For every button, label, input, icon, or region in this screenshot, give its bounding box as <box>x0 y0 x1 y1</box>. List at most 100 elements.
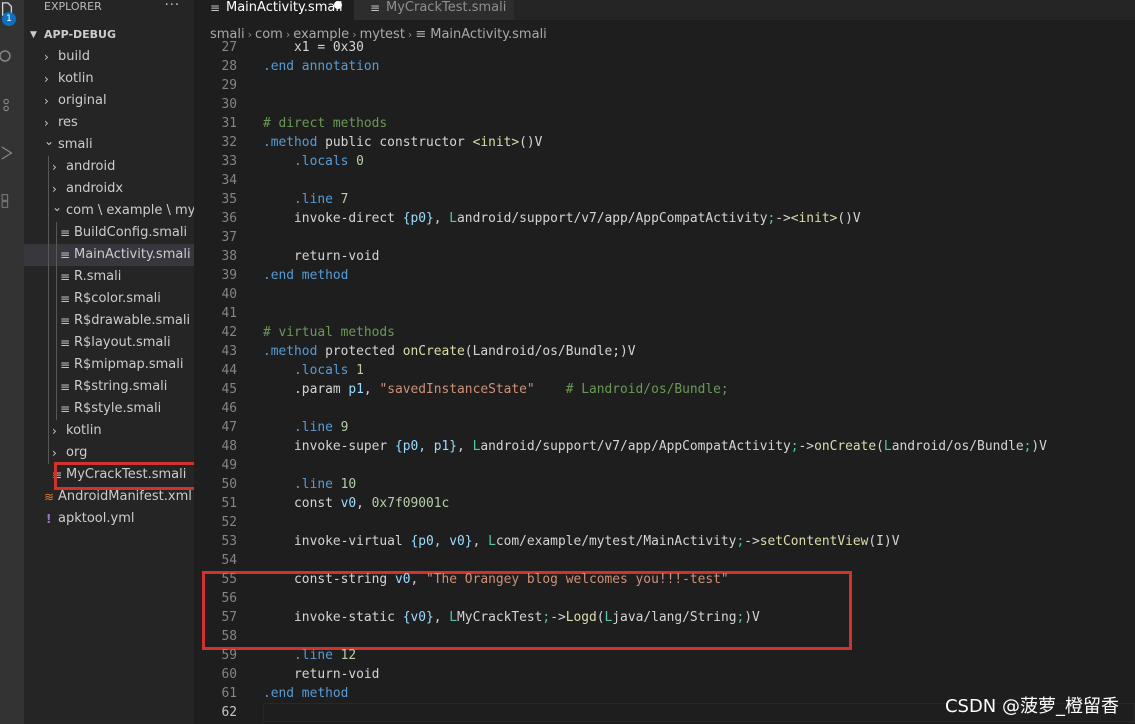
code-token: -> <box>798 439 815 454</box>
tree-file[interactable]: ≡ R$style.smali <box>24 398 194 420</box>
search-icon[interactable] <box>0 50 14 64</box>
code-line[interactable]: 57 invoke-static {v0}, LMyCrackTest;->Lo… <box>194 608 1135 627</box>
code-token: 12 <box>340 648 357 663</box>
tree-item-label: kotlin <box>66 423 102 438</box>
line-number: 46 <box>221 401 237 416</box>
code-line[interactable]: 56 <box>194 589 1135 608</box>
tree-folder[interactable]: ⌄com \ example \ myt... <box>24 200 194 222</box>
line-code: invoke-direct {p0}, Landroid/support/v7/… <box>263 209 861 228</box>
code-line[interactable]: 46 <box>194 399 1135 418</box>
tree-file[interactable]: ≡ R.smali <box>24 266 194 288</box>
code-line[interactable]: 28 .end annotation <box>194 57 1135 76</box>
tree-folder[interactable]: › androidx <box>24 178 194 200</box>
code-line[interactable]: 50 .line 10 <box>194 475 1135 494</box>
code-line[interactable]: 40 <box>194 285 1135 304</box>
code-editor[interactable]: 27 x1 = 0x30 28 .end annotation 29 30 31 # dir… <box>194 40 1135 724</box>
code-line[interactable]: 39 .end method <box>194 266 1135 285</box>
code-token: .method <box>263 135 326 150</box>
code-token: Landroid/os/Bundle; <box>472 344 621 359</box>
code-line[interactable]: 37 <box>194 228 1135 247</box>
extensions-icon[interactable] <box>0 194 14 208</box>
code-token: invoke-direct <box>263 211 403 226</box>
code-token: v0 <box>340 496 357 511</box>
line-number: 56 <box>221 591 237 606</box>
tree-item-label: androidx <box>66 181 124 196</box>
file-lines-icon: ≡ <box>60 248 71 262</box>
code-token: ( <box>464 344 473 359</box>
code-line[interactable]: 27 x1 = 0x30 <box>194 40 1135 57</box>
tree-file[interactable]: ≡ R$color.smali <box>24 288 194 310</box>
line-number: 52 <box>221 515 237 530</box>
tree-folder[interactable]: ⌄ smali <box>24 134 194 156</box>
tree-folder[interactable]: › original <box>24 90 194 112</box>
code-line[interactable]: 29 <box>194 76 1135 95</box>
tree-item-label: R$color.smali <box>74 291 161 306</box>
code-line[interactable]: 59 .line 12 <box>194 646 1135 665</box>
tab-mycracktest[interactable]: ≡ MyCrackTest.smali <box>354 0 514 20</box>
tree-file[interactable]: ≡ BuildConfig.smali <box>24 222 194 244</box>
activity-bar: 1 <box>0 0 24 724</box>
tree-item-label: BuildConfig.smali <box>74 225 188 240</box>
chevron-right-icon: › <box>44 50 49 64</box>
code-token: -> <box>775 211 791 226</box>
tree-file[interactable]: ≡ R$layout.smali <box>24 332 194 354</box>
code-line[interactable]: 32 .method public constructor <init>()V <box>194 133 1135 152</box>
line-code: .method protected onCreate(Landroid/os/B… <box>263 342 636 361</box>
tree-folder[interactable]: › org <box>24 442 194 464</box>
code-line[interactable]: 38 return-void <box>194 247 1135 266</box>
code-token: L <box>449 610 458 625</box>
code-line[interactable]: 36 invoke-direct {p0}, Landroid/support/… <box>194 209 1135 228</box>
code-line[interactable]: 60 return-void <box>194 665 1135 684</box>
code-line[interactable]: 42 # virtual methods <box>194 323 1135 342</box>
code-line[interactable]: 35 .line 7 <box>194 190 1135 209</box>
tree-file[interactable]: ≡ R$drawable.smali <box>24 310 194 332</box>
more-actions-button[interactable]: ··· <box>165 0 180 13</box>
code-line[interactable]: 49 <box>194 456 1135 475</box>
code-token: , <box>433 211 450 226</box>
code-line[interactable]: 43 .method protected onCreate(Landroid/os… <box>194 342 1135 361</box>
tree-file[interactable]: ! apktool.yml <box>24 508 194 530</box>
line-number: 36 <box>221 211 237 226</box>
file-lines-icon: ≡ <box>60 314 71 328</box>
tree-folder[interactable]: › kotlin <box>24 68 194 90</box>
line-number: 29 <box>221 78 237 93</box>
code-line[interactable]: 44 .locals 1 <box>194 361 1135 380</box>
code-line[interactable]: 41 <box>194 304 1135 323</box>
code-line[interactable]: 48 invoke-super {p0, p1}, Landroid/suppo… <box>194 437 1135 456</box>
code-token: .line <box>263 477 341 492</box>
code-line[interactable]: 30 <box>194 95 1135 114</box>
tab-mainactivity[interactable]: ≡ MainActivity.smali <box>194 0 354 20</box>
code-token: (I)V <box>868 534 900 549</box>
code-line[interactable]: 51 const v0, 0x7f09001c <box>194 494 1135 513</box>
code-line[interactable]: 52 <box>194 513 1135 532</box>
code-token: {v0} <box>402 610 434 625</box>
tree-item-label: R$drawable.smali <box>74 313 191 328</box>
unsaved-dot-icon[interactable] <box>334 1 342 9</box>
annotation-box-sidebar <box>54 462 194 490</box>
code-line[interactable]: 34 <box>194 171 1135 190</box>
code-line[interactable]: 47 .line 9 <box>194 418 1135 437</box>
chevron-down-icon: ⌄ <box>52 200 63 214</box>
tree-file[interactable]: ≡ MainActivity.smali <box>24 244 194 266</box>
tree-folder[interactable]: › build <box>24 46 194 68</box>
code-line[interactable]: 55 const-string v0, "The Orangey blog we… <box>194 570 1135 589</box>
code-token: setContentView <box>759 534 869 549</box>
code-line[interactable]: 33 .locals 0 <box>194 152 1135 171</box>
tree-file[interactable]: ≡ R$string.smali <box>24 376 194 398</box>
code-line[interactable]: 45 .param p1, "savedInstanceState" # Lan… <box>194 380 1135 399</box>
code-line[interactable]: 53 invoke-virtual {p0, v0}, Lcom/example… <box>194 532 1135 551</box>
code-token: , <box>472 534 489 549</box>
code-line[interactable]: 58 <box>194 627 1135 646</box>
tree-item-label: original <box>58 93 107 108</box>
tree-file[interactable]: ≡ R$mipmap.smali <box>24 354 194 376</box>
run-debug-icon[interactable] <box>0 146 14 160</box>
workspace-section[interactable]: ▼ APP-DEBUG <box>24 24 194 46</box>
code-token: .locals <box>263 154 357 169</box>
tree-folder[interactable]: › android <box>24 156 194 178</box>
code-line[interactable]: 54 <box>194 551 1135 570</box>
line-number: 44 <box>221 363 237 378</box>
code-line[interactable]: 31 # direct methods <box>194 114 1135 133</box>
source-control-icon[interactable] <box>0 98 14 112</box>
tree-folder[interactable]: › kotlin <box>24 420 194 442</box>
line-code: .locals 1 <box>263 361 364 380</box>
